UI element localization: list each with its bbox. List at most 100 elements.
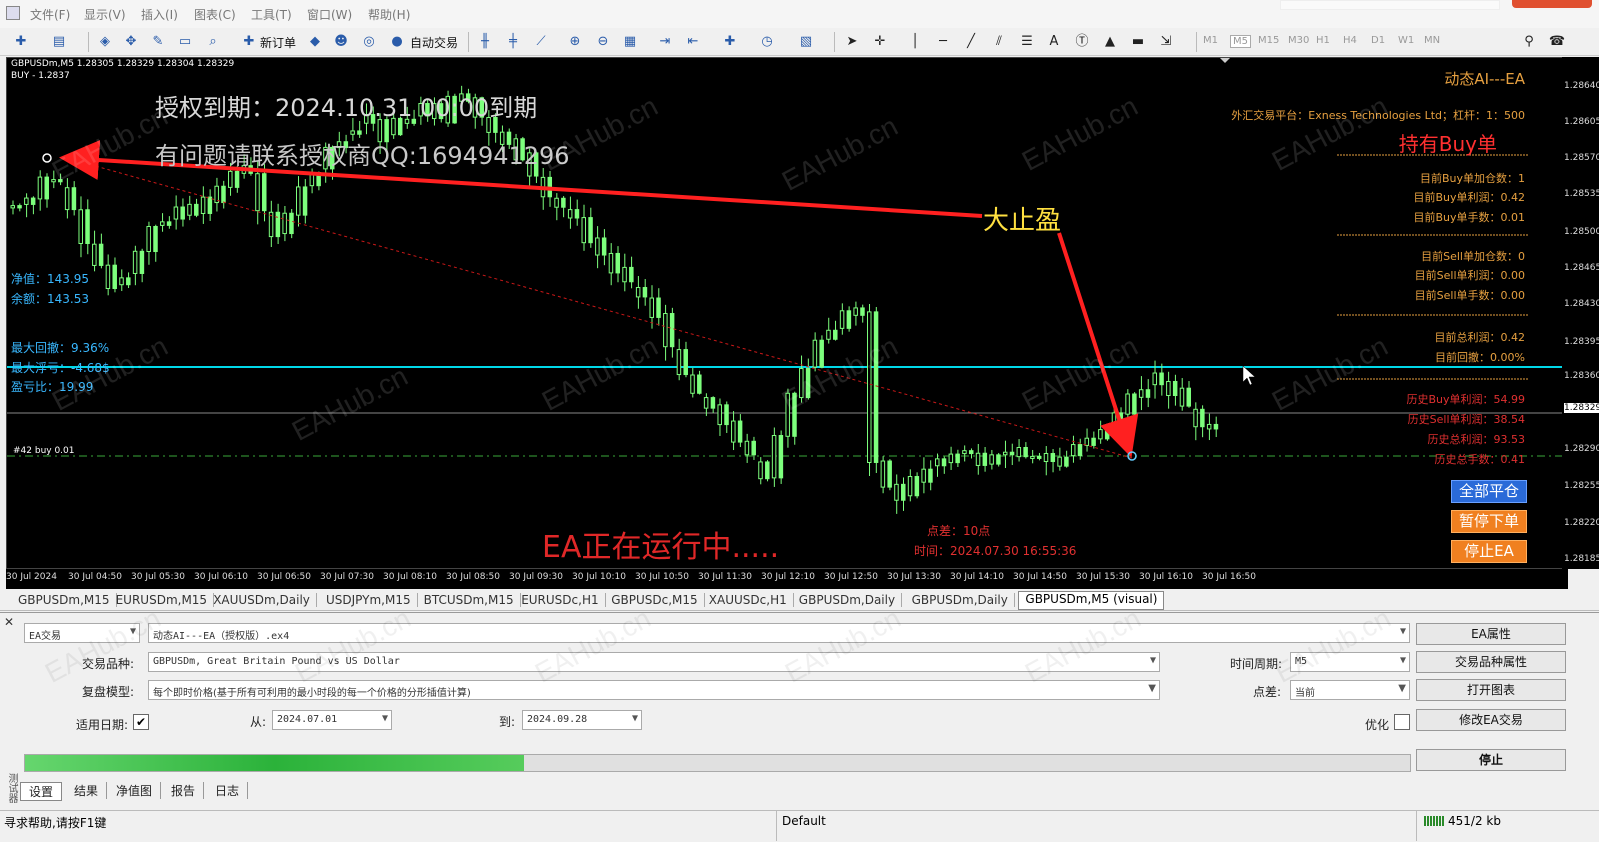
new-order-icon[interactable]: ✚ (240, 33, 258, 51)
terminal-icon[interactable]: ▭ (176, 33, 194, 51)
horizontal-line-icon[interactable]: ─ (934, 33, 952, 51)
new-order-button[interactable]: 新订单 (260, 34, 296, 51)
text-icon[interactable]: A (1045, 33, 1063, 51)
arrows-icon[interactable]: ▲ (1101, 33, 1119, 51)
tf-d1[interactable]: D1 (1371, 35, 1385, 46)
tab-report[interactable]: 报告 (163, 782, 205, 799)
tf-m5[interactable]: M5 (1230, 35, 1251, 48)
shape-icon[interactable]: ▬ (1129, 33, 1147, 51)
model-select[interactable]: 每个即时价格(基于所有可利用的最小时段的每一个价格的分形插值计算) ▼ (148, 680, 1160, 700)
modify-ea-button[interactable]: 修改EA交易 (1416, 709, 1566, 731)
crosshair-icon[interactable]: ✛ (871, 33, 889, 51)
more-tools-icon[interactable]: ⇲ (1157, 33, 1175, 51)
menu-insert[interactable]: 插入(I) (141, 6, 178, 23)
chart-tab[interactable]: XAUUSDc,H1 (703, 593, 794, 607)
menu-help[interactable]: 帮助(H) (368, 6, 410, 23)
candle-body (296, 186, 301, 216)
templates-icon[interactable]: ▧ (797, 33, 815, 51)
trendline-icon[interactable]: ╱ (962, 33, 980, 51)
candle-body (85, 209, 90, 245)
profiles-icon[interactable]: ▤ (50, 33, 68, 51)
close-panel-icon[interactable]: ✕ (4, 615, 14, 629)
search-icon[interactable]: ⚲ (1520, 33, 1538, 51)
chart-tab[interactable]: GBPUSDm,Daily (906, 593, 1015, 607)
meta-editor-icon[interactable]: ◆ (306, 33, 324, 51)
chart-area[interactable]: GBPUSDm,M5 1.28305 1.28329 1.28304 1.283… (6, 57, 1568, 569)
text-label-icon[interactable]: Ⓣ (1073, 33, 1091, 51)
menu-charts[interactable]: 图表(C) (194, 6, 236, 23)
tab-settings[interactable]: 设置 (20, 782, 63, 801)
tile-windows-icon[interactable]: ▦ (621, 33, 639, 51)
cursor-icon[interactable]: ➤ (843, 33, 861, 51)
chart-shift-icon[interactable]: ⇥ (656, 33, 674, 51)
new-chart-icon[interactable]: ✚ (12, 33, 30, 51)
candle-chart-icon[interactable]: ╪ (504, 33, 522, 51)
tester-icon[interactable]: ⌕ (204, 33, 222, 51)
price-label: 1.28255 (1564, 481, 1599, 491)
chart-tab[interactable]: EURUSDm,M15 (110, 593, 215, 607)
menu-tools[interactable]: 工具(T) (251, 6, 292, 23)
from-date-field[interactable]: 2024.07.01 ▼ (272, 710, 392, 730)
tab-journal[interactable]: 日志 (207, 782, 249, 799)
stop-test-button[interactable]: 停止 (1416, 749, 1566, 771)
optimize-checkbox[interactable] (1394, 714, 1410, 730)
spread-select[interactable]: 当前 ▼ (1290, 680, 1410, 700)
vertical-line-icon[interactable]: │ (906, 33, 924, 51)
holding-status: 持有Buy单 (1398, 132, 1497, 156)
chart-tab[interactable]: GBPUSDc,M15 (605, 593, 705, 607)
zoom-in-icon[interactable]: ⊕ (566, 33, 584, 51)
tf-mn[interactable]: MN (1424, 35, 1440, 46)
menu-file[interactable]: 文件(F) (30, 6, 70, 23)
signals-icon[interactable]: ◎ (360, 33, 378, 51)
notifications-icon[interactable]: ☎ (1548, 33, 1566, 51)
title-strip (1280, 0, 1500, 10)
candle-body (1030, 455, 1035, 459)
tab-equity-graph[interactable]: 净值图 (108, 782, 162, 799)
navigator-icon[interactable]: ✥ (122, 33, 140, 51)
candle-body (948, 453, 954, 464)
autoscroll-icon[interactable]: ⇤ (684, 33, 702, 51)
line-chart-icon[interactable]: ⟋ (532, 33, 550, 51)
stop-ea-button[interactable]: 停止EA (1451, 540, 1527, 563)
auto-trade-icon[interactable]: ● (388, 33, 406, 51)
tf-m1[interactable]: M1 (1203, 35, 1218, 46)
tf-m15[interactable]: M15 (1258, 35, 1279, 46)
candle-body (1084, 437, 1090, 446)
open-chart-button[interactable]: 打开图表 (1416, 679, 1566, 701)
symbol-properties-button[interactable]: 交易品种属性 (1416, 651, 1566, 673)
indicators-icon[interactable]: ✚ (721, 33, 739, 51)
time-label: 30 Jul 05:30 (131, 572, 185, 582)
to-date-field[interactable]: 2024.09.28 ▼ (522, 710, 642, 730)
chart-tab[interactable]: GBPUSDm,M15 (12, 593, 117, 607)
menu-window[interactable]: 窗口(W) (307, 6, 352, 23)
tf-w1[interactable]: W1 (1398, 35, 1414, 46)
close-pill-button[interactable] (1512, 0, 1592, 8)
chart-tab[interactable]: XAUUSDm,Daily (207, 593, 317, 607)
chart-tab[interactable]: EURUSDc,H1 (515, 593, 606, 607)
status-profile: Default (782, 814, 826, 828)
candle-body (744, 440, 750, 456)
candle-body (200, 196, 206, 214)
bar-chart-icon[interactable]: ╫ (476, 33, 494, 51)
channel-icon[interactable]: ⫽ (990, 33, 1008, 51)
use-date-checkbox[interactable]: ✔ (133, 714, 149, 730)
ea-properties-button[interactable]: EA属性 (1416, 623, 1566, 645)
market-watch-icon[interactable]: ◈ (96, 33, 114, 51)
close-all-button[interactable]: 全部平仓 (1451, 480, 1527, 503)
candle-body (819, 339, 824, 368)
tf-h4[interactable]: H4 (1343, 35, 1357, 46)
fibonacci-icon[interactable]: ☰ (1018, 33, 1036, 51)
chart-tab[interactable]: BTCUSDm,M15 (418, 593, 521, 607)
auto-trade-button[interactable]: 自动交易 (410, 34, 458, 51)
zoom-out-icon[interactable]: ⊖ (594, 33, 612, 51)
data-window-icon[interactable]: ✎ (149, 33, 167, 51)
periods-icon[interactable]: ◷ (758, 33, 776, 51)
sell-add-count: 目前Sell单加仓数：0 (1421, 250, 1525, 263)
menu-view[interactable]: 显示(V) (84, 6, 126, 23)
tf-h1[interactable]: H1 (1316, 35, 1330, 46)
chart-tab[interactable]: GBPUSDm,M5 (visual) (1018, 591, 1165, 610)
pause-orders-button[interactable]: 暂停下单 (1451, 510, 1527, 533)
people-icon[interactable]: ☻ (332, 33, 350, 51)
tf-m30[interactable]: M30 (1288, 35, 1309, 46)
tab-results[interactable]: 结果 (66, 782, 108, 799)
